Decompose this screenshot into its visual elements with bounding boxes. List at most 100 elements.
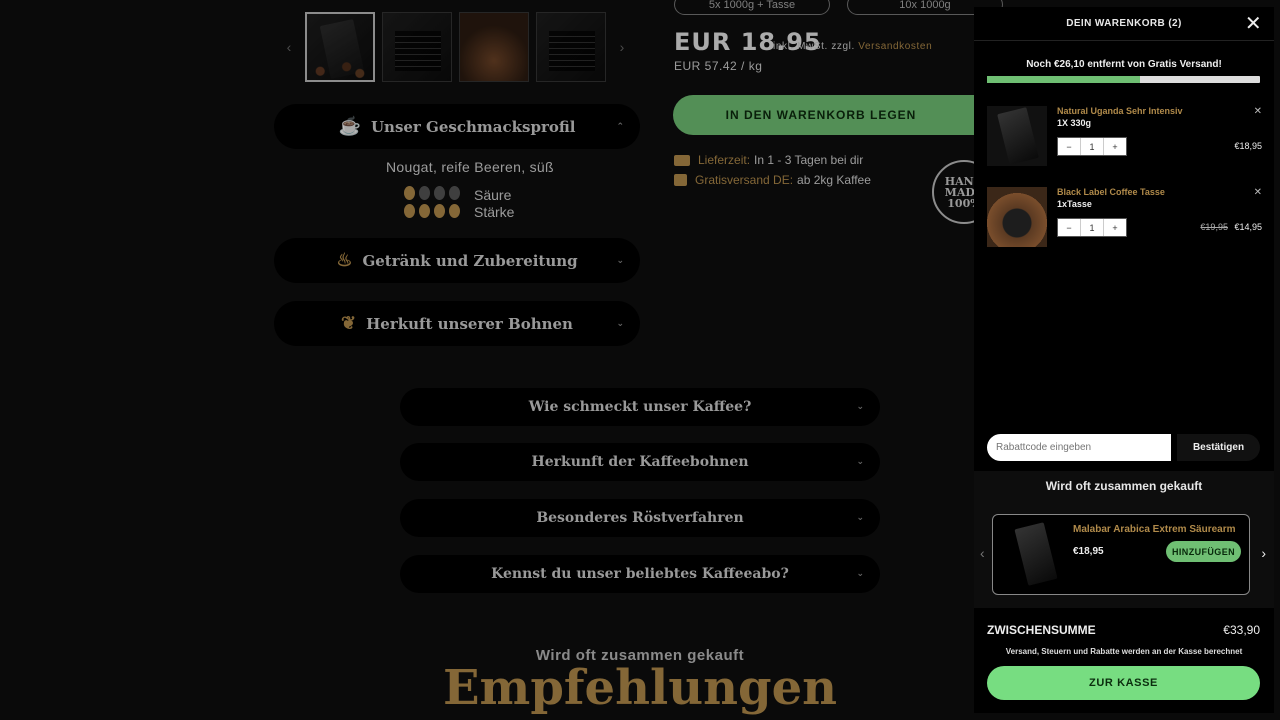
- cart-item: Black Label Coffee Tasse 1xTasse ✕ − 1 +…: [987, 187, 1262, 249]
- coupon-input[interactable]: [987, 434, 1171, 461]
- accordion-label: Herkuft unserer Bohnen: [366, 314, 573, 333]
- coupon-confirm-button[interactable]: Bestätigen: [1177, 434, 1260, 461]
- faq-taste[interactable]: Wie schmeckt unser Kaffee? ⌄: [400, 388, 880, 426]
- remove-icon[interactable]: ✕: [1254, 187, 1262, 198]
- cart-title: DEIN WARENKORB (2): [1066, 18, 1182, 29]
- delivery-label: Lieferzeit:: [698, 153, 751, 167]
- plus-icon[interactable]: +: [1104, 138, 1126, 155]
- coffee-bean-icon: [404, 204, 415, 218]
- faq-label: Herkunft der Kaffeebohnen: [531, 454, 749, 470]
- add-recommendation-button[interactable]: HINZUFÜGEN: [1166, 541, 1241, 562]
- chevron-down-icon: ⌄: [856, 402, 864, 412]
- accordion-bean-origin[interactable]: ❦ Herkuft unserer Bohnen ⌄: [274, 301, 640, 346]
- acidity-rating: [404, 186, 460, 200]
- original-price: €19,95: [1200, 222, 1228, 232]
- thumbnail-1[interactable]: [305, 12, 375, 82]
- unit-price: EUR 57.42 / kg: [674, 59, 763, 73]
- faq-subscription[interactable]: Kennst du unser beliebtes Kaffeeabo? ⌄: [400, 555, 880, 593]
- coffee-bean-icon: [419, 204, 430, 218]
- strength-rating: [404, 204, 460, 218]
- quantity-stepper: − 1 +: [1057, 218, 1127, 237]
- strength-label: Stärke: [474, 204, 515, 220]
- coffee-bean-icon: [434, 204, 445, 218]
- accordion-label: Unser Geschmacksprofil: [370, 117, 576, 136]
- variant-option-1[interactable]: 5x 1000g + Tasse: [674, 0, 830, 15]
- acidity-label: Säure: [474, 187, 512, 203]
- quantity-input[interactable]: 1: [1080, 219, 1104, 236]
- add-to-cart-button[interactable]: IN DEN WARENKORB LEGEN: [673, 95, 983, 135]
- free-shipping-info: Gratisversand DE: ab 2kg Kaffee: [674, 173, 871, 187]
- chevron-down-icon: ⌄: [856, 569, 864, 579]
- cart-item-price: €18,95: [1234, 141, 1262, 151]
- cart-drawer: DEIN WARENKORB (2) ✕ Noch €26,10 entfern…: [974, 7, 1274, 713]
- thumbnail-4[interactable]: [536, 12, 606, 82]
- faq-label: Kennst du unser beliebtes Kaffeeabo?: [491, 566, 789, 582]
- chevron-right-icon[interactable]: ›: [1261, 545, 1266, 561]
- cart-item-variant: 1X 330g: [1057, 118, 1092, 128]
- recommendation-card: Malabar Arabica Extrem Säurearm €18,95 H…: [992, 514, 1250, 595]
- chevron-up-icon: ⌃: [616, 121, 624, 132]
- taste-description: Nougat, reife Beeren, süß: [386, 159, 554, 175]
- coffee-cup-icon: ☕: [338, 116, 361, 137]
- cart-item-variant: 1xTasse: [1057, 199, 1092, 209]
- remove-icon[interactable]: ✕: [1254, 106, 1262, 117]
- faq-origin[interactable]: Herkunft der Kaffeebohnen ⌄: [400, 443, 880, 481]
- free-shipping-label: Gratisversand DE:: [695, 173, 794, 187]
- minus-icon[interactable]: −: [1058, 138, 1080, 155]
- faq-label: Besonderes Röstverfahren: [536, 510, 744, 526]
- item-price: €18,95: [1234, 141, 1262, 151]
- subtotal-label: ZWISCHENSUMME: [987, 623, 1096, 637]
- cart-item-name[interactable]: Natural Uganda Sehr Intensiv: [1057, 106, 1183, 116]
- thumbnail-2[interactable]: [382, 12, 452, 82]
- minus-icon[interactable]: −: [1058, 219, 1080, 236]
- plant-icon: ❦: [341, 313, 357, 334]
- cart-item: Natural Uganda Sehr Intensiv 1X 330g ✕ −…: [987, 106, 1262, 168]
- coffee-bean-icon: [434, 186, 445, 200]
- product-image[interactable]: [987, 106, 1047, 166]
- quantity-stepper: − 1 +: [1057, 137, 1127, 156]
- package-icon: [674, 174, 687, 186]
- free-shipping-message: Noch €26,10 entfernt von Gratis Versand!: [1026, 59, 1222, 70]
- quantity-input[interactable]: 1: [1080, 138, 1104, 155]
- chevron-left-icon[interactable]: ‹: [980, 545, 985, 561]
- cart-item-name[interactable]: Black Label Coffee Tasse: [1057, 187, 1165, 197]
- truck-icon: [674, 154, 690, 166]
- product-image[interactable]: [1005, 521, 1065, 589]
- item-price: €14,95: [1234, 222, 1262, 232]
- gallery-thumbnails: ‹ ›: [280, 12, 631, 82]
- accordion-taste-profile[interactable]: ☕ Unser Geschmacksprofil ⌃: [274, 104, 640, 149]
- chevron-right-icon[interactable]: ›: [613, 39, 631, 55]
- coffee-bean-icon: [449, 186, 460, 200]
- coffee-bean-icon: [419, 186, 430, 200]
- cart-item-price: €19,95 €14,95: [1200, 222, 1262, 232]
- recommendation-title: Wird oft zusammen gekauft: [1045, 479, 1203, 493]
- thumbnail-3[interactable]: [459, 12, 529, 82]
- chevron-left-icon[interactable]: ‹: [280, 39, 298, 55]
- cart-header: DEIN WARENKORB (2) ✕: [974, 7, 1274, 41]
- coffee-bean-icon: [404, 186, 415, 200]
- faq-roasting[interactable]: Besonderes Röstverfahren ⌄: [400, 499, 880, 537]
- chevron-down-icon: ⌄: [616, 255, 624, 266]
- checkout-button[interactable]: ZUR KASSE: [987, 666, 1260, 700]
- chevron-down-icon: ⌄: [856, 513, 864, 523]
- shipping-cost-link[interactable]: Versandkosten: [858, 41, 932, 52]
- tax-note: inkl. MwSt. zzgl.: [773, 41, 855, 52]
- delivery-value: In 1 - 3 Tagen bei dir: [754, 153, 864, 167]
- free-shipping-value: ab 2kg Kaffee: [797, 173, 871, 187]
- price-note: inkl. MwSt. zzgl. Versandkosten: [773, 41, 932, 52]
- faq-label: Wie schmeckt unser Kaffee?: [528, 399, 752, 415]
- chevron-down-icon: ⌄: [616, 318, 624, 329]
- reco-product-price: €18,95: [1073, 546, 1104, 557]
- close-icon[interactable]: ✕: [1245, 13, 1262, 33]
- free-shipping-progress: [987, 76, 1260, 83]
- reco-product-name[interactable]: Malabar Arabica Extrem Säurearm: [1073, 524, 1236, 535]
- product-image[interactable]: [987, 187, 1047, 247]
- plus-icon[interactable]: +: [1104, 219, 1126, 236]
- delivery-info: Lieferzeit: In 1 - 3 Tagen bei dir: [674, 153, 863, 167]
- accordion-label: Getränk und Zubereitung: [362, 251, 578, 270]
- chevron-down-icon: ⌄: [856, 457, 864, 467]
- drink-icon: ♨: [336, 250, 353, 271]
- subtotal-value: €33,90: [1223, 623, 1260, 637]
- coffee-bean-icon: [449, 204, 460, 218]
- accordion-drink-preparation[interactable]: ♨ Getränk und Zubereitung ⌄: [274, 238, 640, 283]
